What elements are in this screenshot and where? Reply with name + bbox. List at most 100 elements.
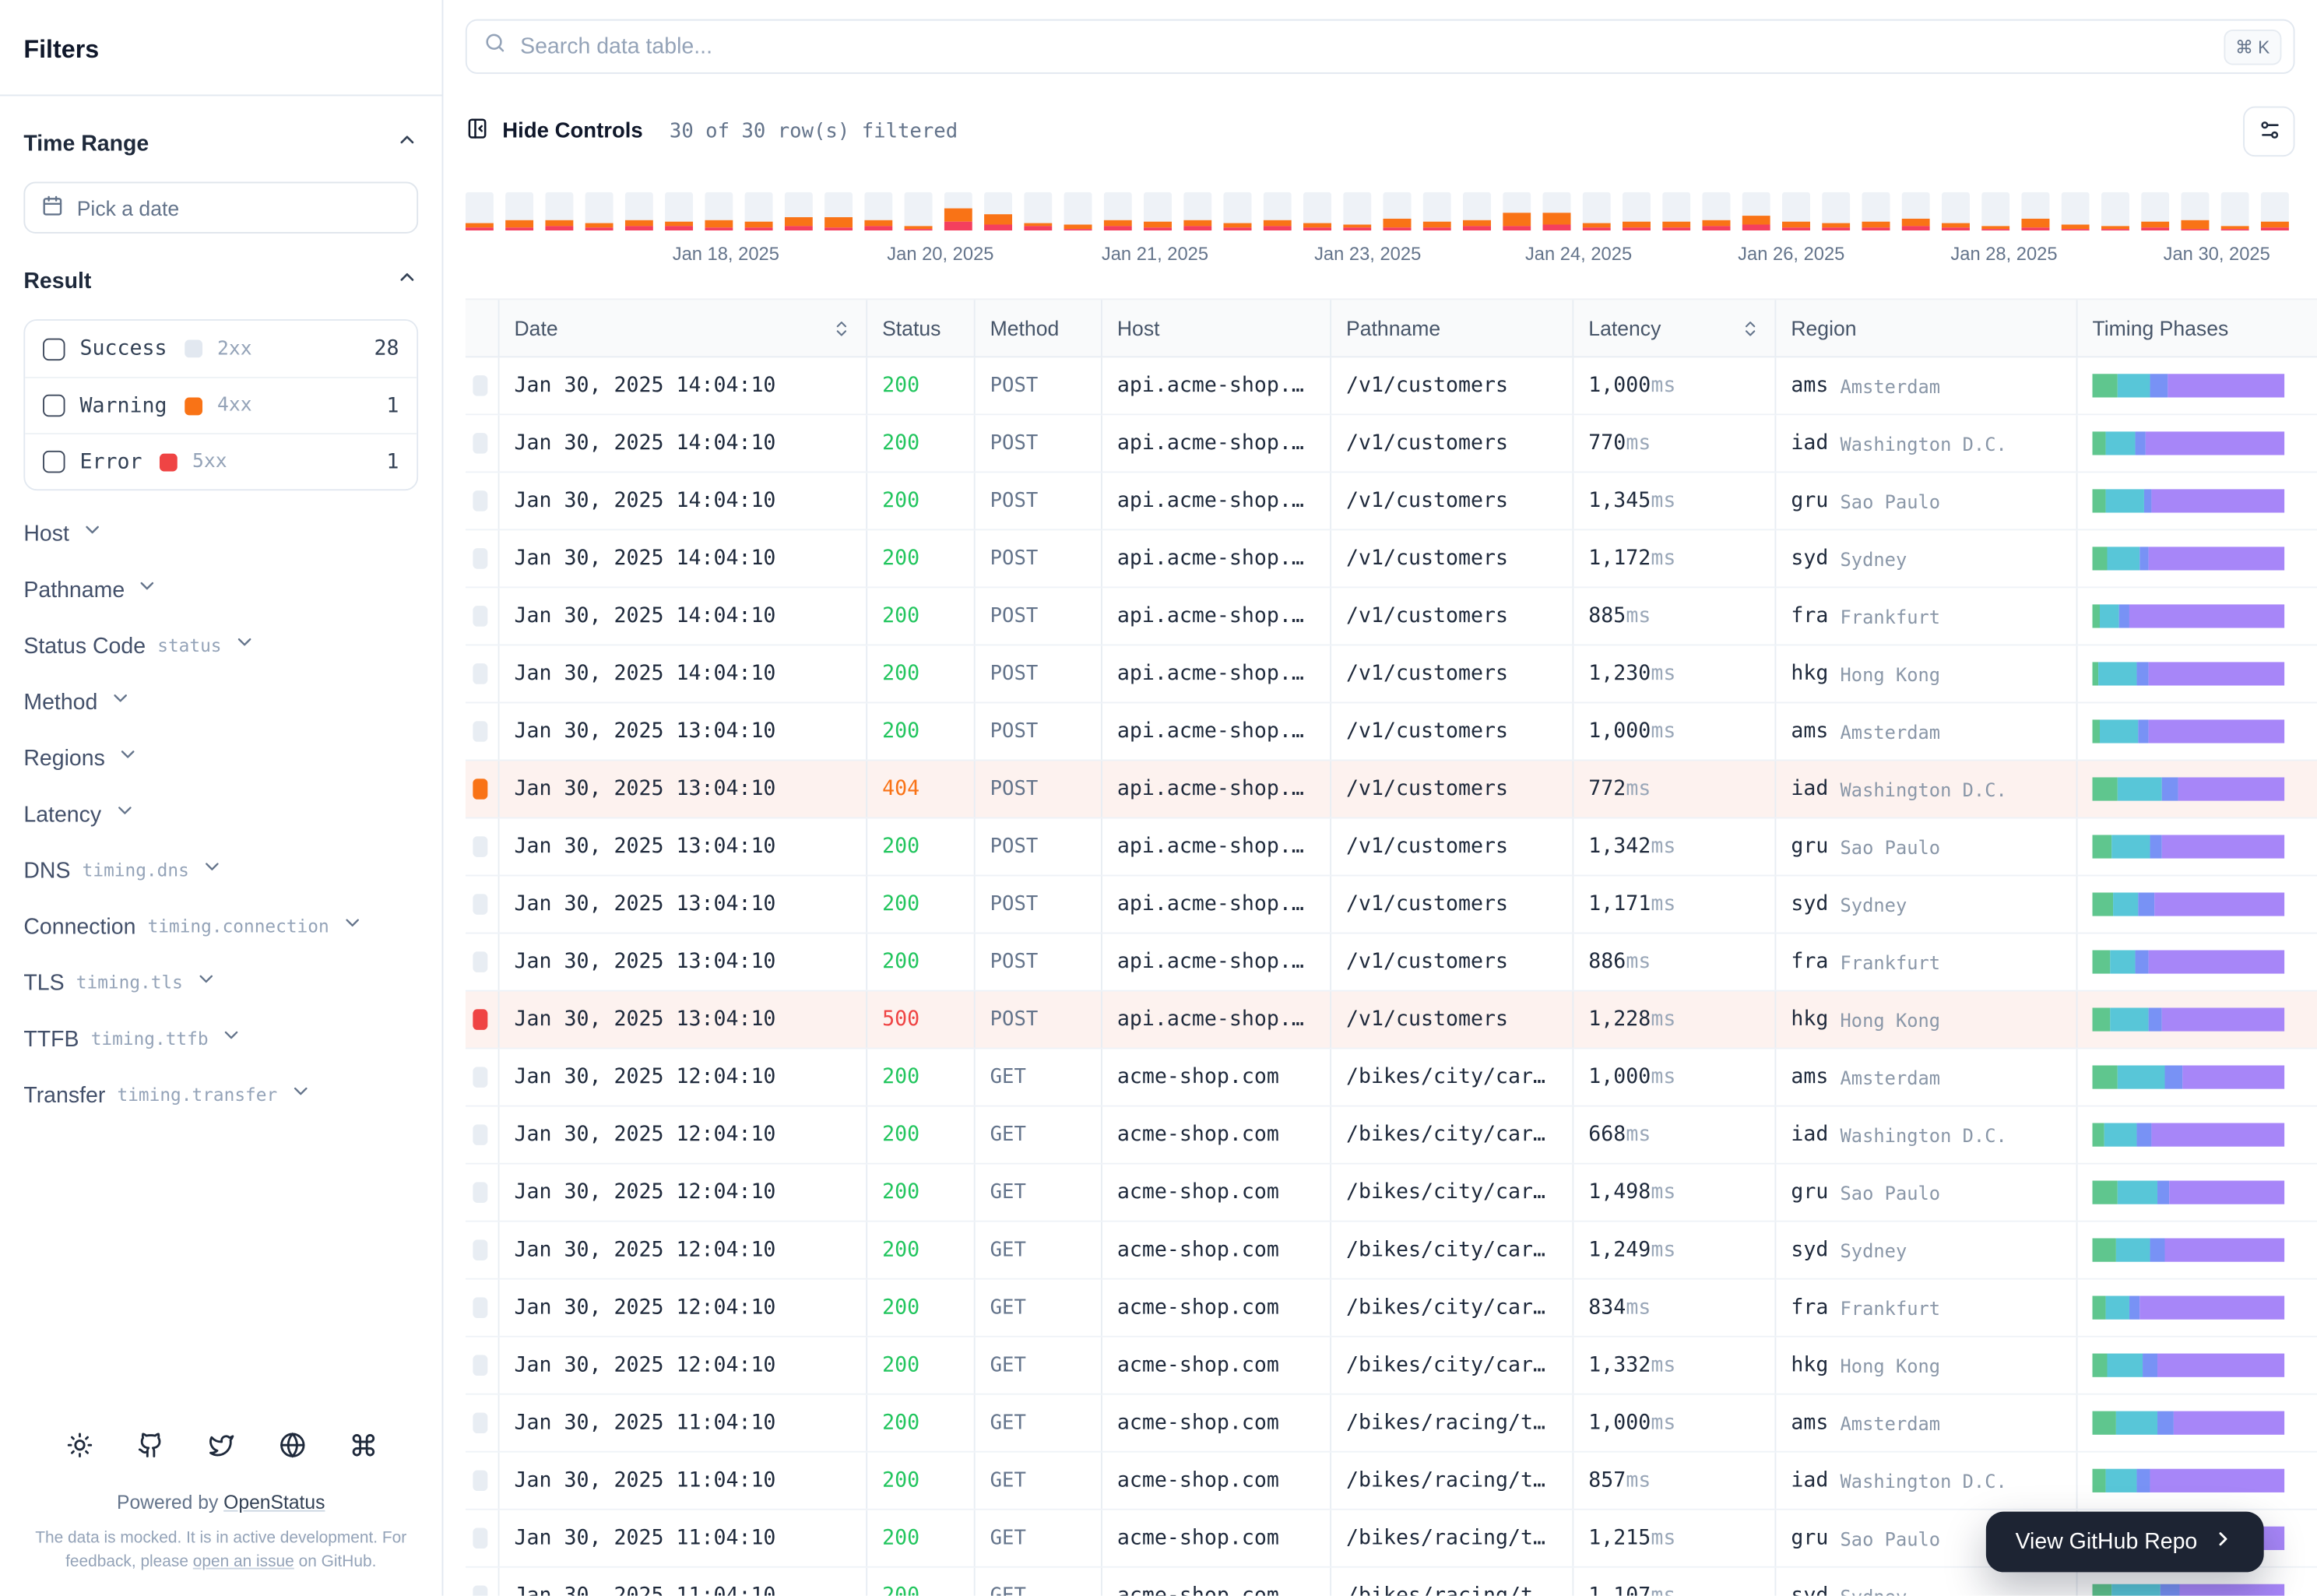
timeline-bar-success-segment — [1223, 192, 1252, 223]
column-header-date[interactable]: Date — [500, 300, 868, 357]
table-row[interactable]: Jan 30, 2025 14:04:10 200 POST api.acme-sho… — [465, 645, 2317, 704]
checkbox[interactable] — [43, 450, 65, 473]
phase-segment-ttfb — [2173, 1411, 2285, 1435]
row-select-cell[interactable] — [466, 1337, 500, 1394]
view-options-button[interactable] — [2243, 106, 2295, 157]
region-code: gru — [1791, 835, 1829, 859]
row-select-cell[interactable] — [466, 530, 500, 587]
checkbox[interactable] — [43, 337, 65, 360]
cell-region: hkg Hong Kong — [1776, 645, 2078, 702]
table-row[interactable]: Jan 30, 2025 14:04:10 200 POST api.acme-sho… — [465, 473, 2317, 531]
row-select-cell[interactable] — [466, 473, 500, 529]
row-select-cell[interactable] — [466, 357, 500, 414]
row-select-cell[interactable] — [466, 1567, 500, 1596]
filter-section-pathname[interactable]: Pathname — [23, 561, 418, 617]
hide-controls-button[interactable]: Hide Controls — [466, 117, 643, 146]
row-select-cell[interactable] — [466, 1164, 500, 1221]
cell-host: api.acme-shop.… — [1102, 876, 1332, 933]
globe-icon[interactable] — [279, 1432, 305, 1458]
date-picker-button[interactable]: Pick a date — [23, 181, 419, 234]
row-select-cell[interactable] — [466, 1279, 500, 1336]
view-github-repo-button[interactable]: View GitHub Repo — [1985, 1511, 2264, 1573]
filter-section-regions[interactable]: Regions — [23, 730, 418, 786]
table-row[interactable]: Jan 30, 2025 14:04:10 200 POST api.acme-sho… — [465, 530, 2317, 589]
timeline-bar-success-segment — [1263, 192, 1292, 220]
table-row[interactable]: Jan 30, 2025 12:04:10 200 GET acme-shop.com… — [465, 1279, 2317, 1338]
row-select-cell[interactable] — [466, 991, 500, 1048]
row-select-cell[interactable] — [466, 1049, 500, 1106]
row-select-cell[interactable] — [466, 818, 500, 875]
cell-region: gru Sao Paulo — [1776, 818, 2078, 875]
filter-section-ttfb[interactable]: TTFB timing.ttfb — [23, 1011, 418, 1067]
cell-region: fra Frankfurt — [1776, 588, 2078, 645]
filter-section-status-code[interactable]: Status Code status — [23, 617, 418, 673]
row-select-cell[interactable] — [466, 588, 500, 645]
table-row[interactable]: Jan 30, 2025 13:04:10 200 POST api.acme-sho… — [465, 876, 2317, 934]
open-issue-link[interactable]: open an issue — [193, 1553, 294, 1571]
cell-host: acme-shop.com — [1102, 1164, 1332, 1221]
row-select-cell[interactable] — [466, 1222, 500, 1278]
table-row[interactable]: Jan 30, 2025 14:04:10 200 POST api.acme-sho… — [465, 588, 2317, 646]
filter-section-transfer[interactable]: Transfer timing.transfer — [23, 1067, 418, 1123]
search-input[interactable] — [520, 33, 2210, 59]
timeline-chart[interactable]: Jan 18, 2025 Jan 20, 2025 Jan 21, 2025 Jan … — [465, 192, 2299, 275]
table-row[interactable]: Jan 30, 2025 12:04:10 200 GET acme-shop.com… — [465, 1222, 2317, 1280]
row-select-cell[interactable] — [466, 1510, 500, 1566]
row-select-cell[interactable] — [466, 1394, 500, 1451]
table-row[interactable]: Jan 30, 2025 12:04:10 200 GET acme-shop.com… — [465, 1337, 2317, 1395]
row-select-cell[interactable] — [466, 876, 500, 933]
row-select-cell[interactable] — [466, 703, 500, 760]
filter-section-latency[interactable]: Latency — [23, 786, 418, 842]
table-row[interactable]: Jan 30, 2025 12:04:10 200 GET acme-shop.com… — [465, 1164, 2317, 1222]
table-row[interactable]: Jan 30, 2025 14:04:10 200 POST api.acme-sho… — [465, 415, 2317, 473]
phase-segment-dns — [2092, 1295, 2106, 1320]
command-icon[interactable] — [350, 1432, 376, 1458]
timeline-bar — [1542, 192, 1571, 231]
github-icon[interactable] — [137, 1432, 163, 1458]
filter-section-dns[interactable]: DNS timing.dns — [23, 842, 418, 898]
cell-host: api.acme-shop.… — [1102, 645, 1332, 702]
table-row[interactable]: Jan 30, 2025 11:04:10 200 GETacme-shop.com… — [465, 1452, 2317, 1510]
search-icon — [483, 31, 507, 62]
checkbox[interactable] — [43, 394, 65, 417]
result-option-warning[interactable]: Warning 4xx 1 — [25, 376, 417, 434]
row-select-cell[interactable] — [466, 415, 500, 472]
table-row[interactable]: Jan 30, 2025 11:04:10 200 GETacme-shop.com… — [465, 1394, 2317, 1453]
sort-icon[interactable] — [1741, 318, 1760, 338]
cell-latency: 886 ms — [1573, 933, 1777, 990]
table-row[interactable]: Jan 30, 2025 13:04:10 200 POST api.acme-sho… — [465, 703, 2317, 761]
result-option-success[interactable]: Success 2xx 28 — [25, 320, 417, 377]
twitter-icon[interactable] — [208, 1432, 234, 1458]
row-select-cell[interactable] — [466, 645, 500, 702]
timeline-bar-error-segment — [585, 227, 614, 231]
section-result[interactable]: Result — [23, 266, 418, 296]
section-time-range[interactable]: Time Range — [23, 128, 418, 158]
table-row[interactable]: Jan 30, 2025 12:04:10 200 GET acme-shop.com… — [465, 1106, 2317, 1165]
table-row[interactable]: Jan 30, 2025 13:04:10 404 POST api.acme-sho… — [465, 761, 2317, 819]
cell-status: 200 — [867, 703, 976, 760]
cell-method: POST — [976, 703, 1102, 760]
table-row[interactable]: Jan 30, 2025 13:04:10 200 POST api.acme-sho… — [465, 933, 2317, 992]
filter-section-method[interactable]: Method — [23, 673, 418, 729]
result-option-error[interactable]: Error 5xx 1 — [25, 433, 417, 490]
table-row[interactable]: Jan 30, 2025 13:04:10 500 POST api.acme-sho… — [465, 991, 2317, 1049]
column-header-latency[interactable]: Latency — [1573, 300, 1777, 357]
row-select-cell[interactable] — [466, 1106, 500, 1163]
sort-icon[interactable] — [832, 318, 852, 338]
openstatus-link[interactable]: OpenStatus — [223, 1491, 325, 1513]
column-header-method: Method — [976, 300, 1102, 357]
row-select-cell[interactable] — [466, 1452, 500, 1509]
table-row[interactable]: Jan 30, 2025 12:04:10 200 GET acme-shop.com… — [465, 1049, 2317, 1107]
filter-section-connection[interactable]: Connection timing.connection — [23, 898, 418, 954]
row-select-cell[interactable] — [466, 761, 500, 817]
timeline-bar-error-segment — [1542, 224, 1571, 231]
timeline-bar — [2220, 192, 2249, 231]
filter-section-tls[interactable]: TLS timing.tls — [23, 954, 418, 1011]
row-select-cell[interactable] — [466, 933, 500, 990]
row-level-indicator — [473, 1124, 488, 1145]
sun-icon[interactable] — [65, 1432, 92, 1458]
table-row[interactable]: Jan 30, 2025 13:04:10 200 POST api.acme-sho… — [465, 818, 2317, 877]
filter-section-host[interactable]: Host — [23, 505, 418, 561]
cell-pathname: /v1/customers — [1331, 473, 1574, 529]
table-row[interactable]: Jan 30, 2025 14:04:10 200 POST api.acme-sho… — [465, 357, 2317, 416]
